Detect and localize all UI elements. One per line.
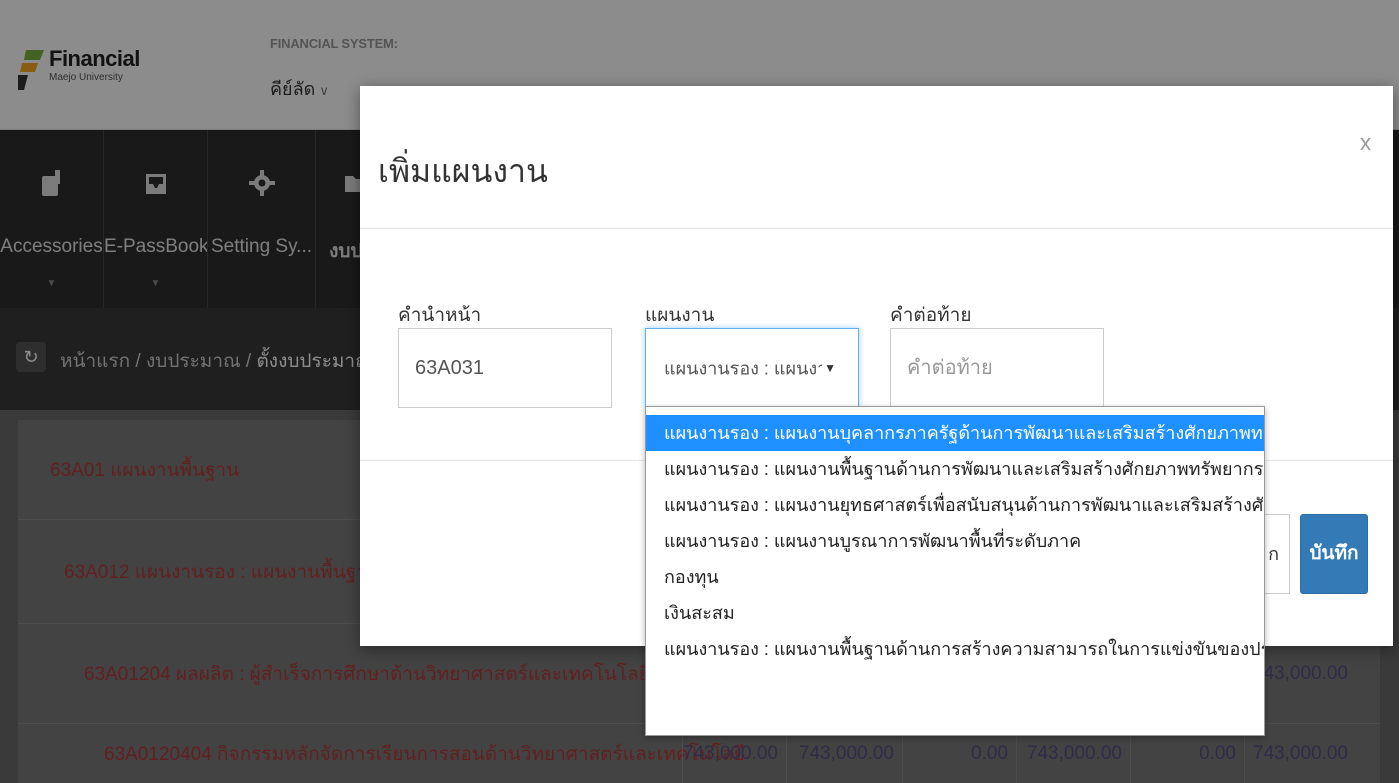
prefix-input[interactable] xyxy=(398,328,612,408)
save-button[interactable]: บันทึก xyxy=(1300,514,1368,594)
plan-dropdown-list: แผนงานรอง : แผนงานบุคลากรภาครัฐด้านการพั… xyxy=(645,406,1265,736)
dropdown-option[interactable]: แผนงานรอง : แผนงานพื้นฐานด้านการสร้างควา… xyxy=(646,631,1264,667)
dropdown-option[interactable]: แผนงานรอง : แผนงานบุคลากรภาครัฐด้านการพั… xyxy=(646,415,1264,451)
plan-label: แผนงาน xyxy=(645,305,715,326)
divider xyxy=(360,228,1393,229)
suffix-label: คำต่อท้าย xyxy=(890,305,972,326)
modal-title: เพิ่มแผนงาน xyxy=(378,153,548,189)
plan-select-value: แผนงานรอง : แผนงานบุคล xyxy=(664,358,822,379)
dropdown-option[interactable]: แผนงานรอง : แผนงานบูรณาการพัฒนาพื้นที่ระ… xyxy=(646,523,1264,559)
dropdown-option[interactable]: เงินสะสม xyxy=(646,595,1264,631)
dropdown-option[interactable]: แผนงานรอง : แผนงานพื้นฐานด้านการพัฒนาและ… xyxy=(646,451,1264,487)
suffix-input[interactable] xyxy=(890,328,1104,408)
close-icon[interactable]: x xyxy=(1360,130,1371,156)
prefix-label: คำนำหน้า xyxy=(398,305,482,326)
caret-down-icon: ▼ xyxy=(824,361,836,375)
dropdown-option[interactable]: กองทุน xyxy=(646,559,1264,595)
dropdown-option[interactable]: แผนงานรอง : แผนงานยุทธศาสตร์เพื่อสนับสนุ… xyxy=(646,487,1264,523)
plan-select[interactable]: แผนงานรอง : แผนงานบุคล ▼ xyxy=(645,328,859,408)
